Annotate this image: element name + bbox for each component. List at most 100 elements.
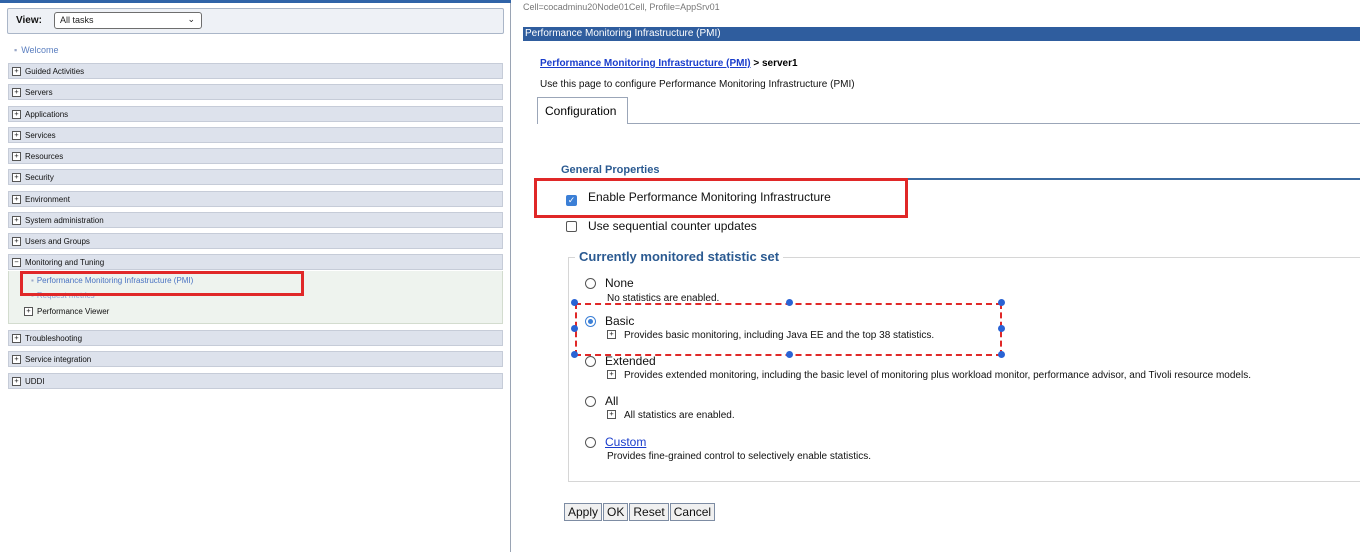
custom-link[interactable]: Custom (605, 435, 646, 449)
expand-icon[interactable]: + (12, 355, 21, 364)
chevron-down-icon: ⌄ (187, 14, 195, 24)
nav-category-label: Security (25, 173, 54, 182)
statistic-set-legend: Currently monitored statistic set (575, 249, 784, 264)
nav-category-label: Environment (25, 195, 70, 204)
nav-category-guided-activities[interactable]: + Guided Activities (8, 63, 503, 79)
option-none-row: None (585, 276, 634, 290)
nav-category-label: Guided Activities (25, 67, 85, 76)
custom-description: Provides fine-grained control to selecti… (607, 451, 872, 462)
option-custom-row: Custom (585, 435, 646, 449)
expand-icon[interactable]: + (12, 195, 21, 204)
nav-category-applications[interactable]: + Applications (8, 106, 503, 122)
expand-icon[interactable]: + (24, 307, 33, 316)
general-properties-heading: General Properties (561, 164, 660, 176)
page-description: Use this page to configure Performance M… (540, 79, 855, 90)
option-all-row: All (585, 394, 618, 408)
custom-radio[interactable] (585, 437, 596, 448)
nav-item-performance-viewer[interactable]: + Performance Viewer (24, 307, 109, 316)
option-extended-row: Extended (585, 354, 656, 368)
nav-category-troubleshooting[interactable]: + Troubleshooting (8, 330, 503, 346)
expand-icon[interactable]: + (12, 216, 21, 225)
navigation-panel: View: All tasks ⌄ ▪ Welcome + Guided Activ… (0, 0, 511, 552)
nav-category-service-integration[interactable]: + Service integration (8, 351, 503, 367)
nav-category-monitoring-and-tuning[interactable]: − Monitoring and Tuning (8, 254, 503, 270)
resize-handle[interactable] (571, 351, 578, 358)
expand-icon[interactable]: + (12, 237, 21, 246)
view-label: View: (16, 15, 42, 26)
breadcrumb: Performance Monitoring Infrastructure (P… (540, 58, 798, 69)
sequential-updates-label: Use sequential counter updates (588, 219, 757, 233)
resize-handle[interactable] (998, 351, 1005, 358)
nav-category-resources[interactable]: + Resources (8, 148, 503, 164)
resize-handle[interactable] (998, 299, 1005, 306)
nav-category-label: Users and Groups (25, 237, 90, 246)
nav-category-label: Monitoring and Tuning (25, 258, 105, 267)
expand-icon[interactable]: + (12, 131, 21, 140)
view-filter-bar: View: All tasks ⌄ (7, 8, 504, 34)
nav-top-border (0, 0, 511, 3)
extended-label: Extended (605, 354, 656, 368)
nav-category-label: Resources (25, 152, 64, 161)
tab-configuration[interactable]: Configuration (537, 97, 628, 124)
reset-button[interactable]: Reset (629, 503, 669, 521)
all-description-row: + All statistics are enabled. (607, 410, 735, 421)
expand-icon[interactable]: + (12, 334, 21, 343)
all-radio[interactable] (585, 396, 596, 407)
none-radio[interactable] (585, 278, 596, 289)
resize-handle[interactable] (998, 325, 1005, 332)
nav-category-uddi[interactable]: + UDDI (8, 373, 503, 389)
welcome-link[interactable]: ▪ Welcome (14, 45, 59, 55)
page-title-bar: Performance Monitoring Infrastructure (P… (523, 27, 1360, 41)
breadcrumb-link-pmi[interactable]: Performance Monitoring Infrastructure (P… (540, 58, 751, 69)
highlight-enable-pmi (534, 178, 908, 218)
apply-button[interactable]: Apply (564, 503, 603, 521)
view-selected-value: All tasks (60, 15, 94, 25)
expand-icon[interactable]: + (607, 370, 616, 379)
welcome-label: Welcome (21, 45, 59, 55)
resize-handle[interactable] (571, 325, 578, 332)
all-description: All statistics are enabled. (624, 410, 735, 421)
nav-category-label: Services (25, 131, 56, 140)
nav-item-label: Performance Viewer (37, 307, 110, 316)
nav-category-label: Service integration (25, 355, 92, 364)
resize-handle[interactable] (786, 299, 793, 306)
selection-highlight-basic (575, 303, 1002, 356)
content-panel: Cell=cocadminu20Node01Cell, Profile=AppS… (513, 0, 1360, 552)
expand-icon[interactable]: + (12, 88, 21, 97)
sequential-updates-row: Use sequential counter updates (566, 219, 757, 233)
nav-category-environment[interactable]: + Environment (8, 191, 503, 207)
all-label: All (605, 394, 619, 408)
none-label: None (605, 276, 634, 290)
expand-icon[interactable]: + (607, 410, 616, 419)
nav-category-label: UDDI (25, 377, 45, 386)
nav-category-servers[interactable]: + Servers (8, 84, 503, 100)
extended-description-row: + Provides extended monitoring, including… (607, 370, 1251, 381)
expand-icon[interactable]: + (12, 173, 21, 182)
form-buttons: Apply OK Reset Cancel (564, 503, 716, 521)
bullet-icon: ▪ (14, 45, 18, 55)
nav-category-label: Applications (25, 110, 69, 119)
nav-category-security[interactable]: + Security (8, 169, 503, 185)
tab-underline (628, 123, 1360, 124)
resize-handle[interactable] (571, 299, 578, 306)
extended-description: Provides extended monitoring, including … (624, 370, 1251, 381)
resize-handle[interactable] (786, 351, 793, 358)
highlight-pmi-nav (20, 271, 304, 296)
ok-button[interactable]: OK (603, 503, 629, 521)
expand-icon[interactable]: + (12, 67, 21, 76)
nav-category-system-administration[interactable]: + System administration (8, 212, 503, 228)
expand-icon[interactable]: + (12, 377, 21, 386)
collapse-icon[interactable]: − (12, 258, 21, 267)
sequential-updates-checkbox[interactable] (566, 221, 577, 232)
nav-category-label: Servers (25, 88, 53, 97)
expand-icon[interactable]: + (12, 152, 21, 161)
extended-radio[interactable] (585, 356, 596, 367)
nav-category-label: Troubleshooting (25, 334, 83, 343)
breadcrumb-current: > server1 (750, 58, 798, 69)
nav-category-users-and-groups[interactable]: + Users and Groups (8, 233, 503, 249)
view-select[interactable]: All tasks ⌄ (54, 12, 202, 29)
cancel-button[interactable]: Cancel (669, 503, 716, 521)
cell-profile-text: Cell=cocadminu20Node01Cell, Profile=AppS… (523, 2, 720, 12)
expand-icon[interactable]: + (12, 110, 21, 119)
nav-category-services[interactable]: + Services (8, 127, 503, 143)
